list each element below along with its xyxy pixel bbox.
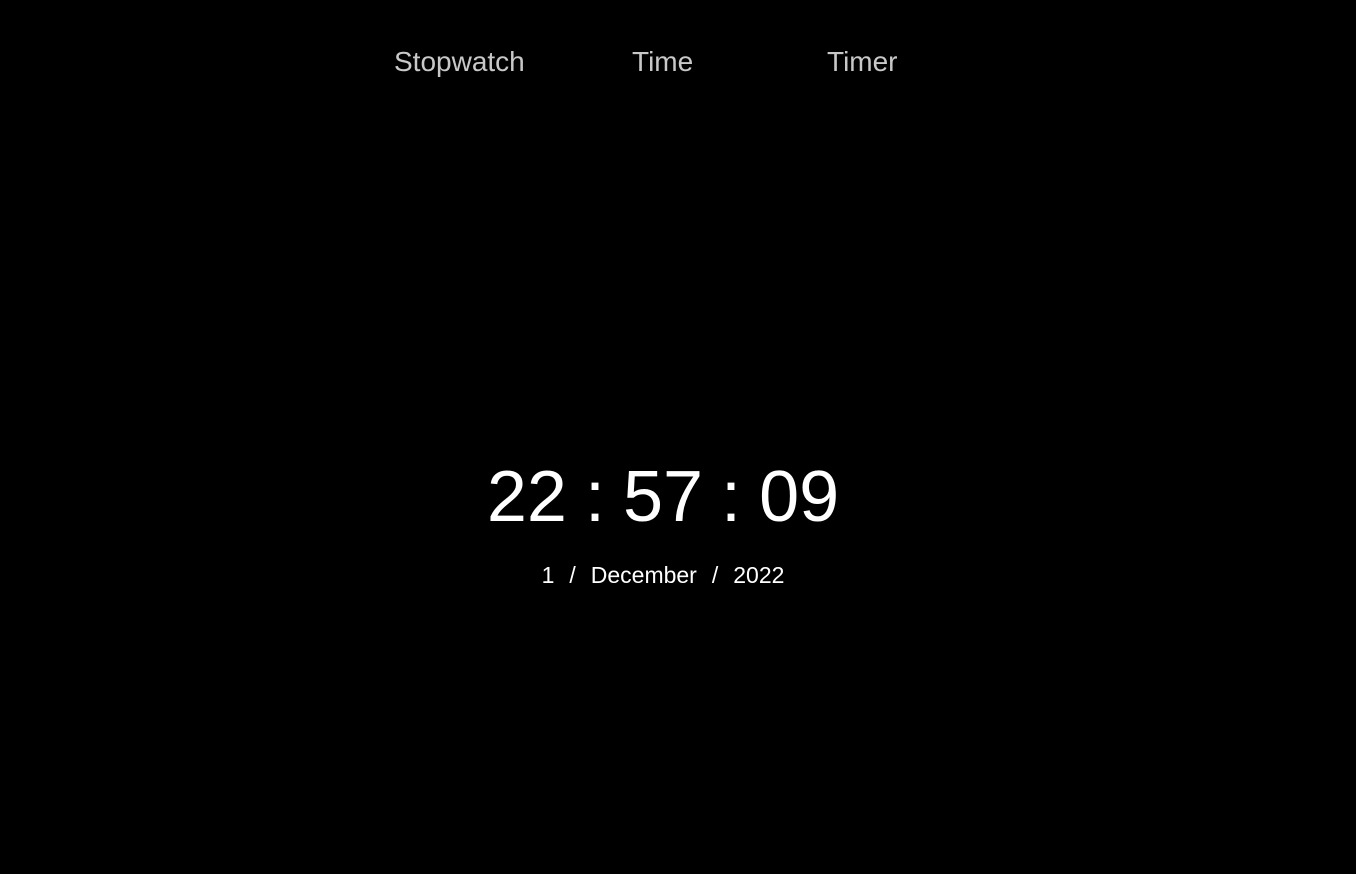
month-value: December xyxy=(590,562,697,588)
tab-timer[interactable]: Timer xyxy=(827,44,898,80)
time-separator: : xyxy=(584,457,605,537)
minutes-value: 57 xyxy=(622,457,704,537)
seconds-value: 09 xyxy=(759,457,840,537)
tab-stopwatch[interactable]: Stopwatch xyxy=(394,44,525,80)
hours-value: 22 xyxy=(486,457,567,537)
day-value: 1 xyxy=(541,562,555,588)
time-separator: : xyxy=(721,457,742,537)
date-separator: / xyxy=(569,562,576,588)
time-display: 22:57:09 xyxy=(0,455,1326,539)
tab-time[interactable]: Time xyxy=(632,44,693,80)
date-separator: / xyxy=(711,562,719,588)
date-display: 1 / December / 2022 xyxy=(0,561,1326,589)
year-value: 2022 xyxy=(733,562,785,588)
clock-app: Stopwatch Time Timer 22:57:09 1/December… xyxy=(0,0,1356,874)
